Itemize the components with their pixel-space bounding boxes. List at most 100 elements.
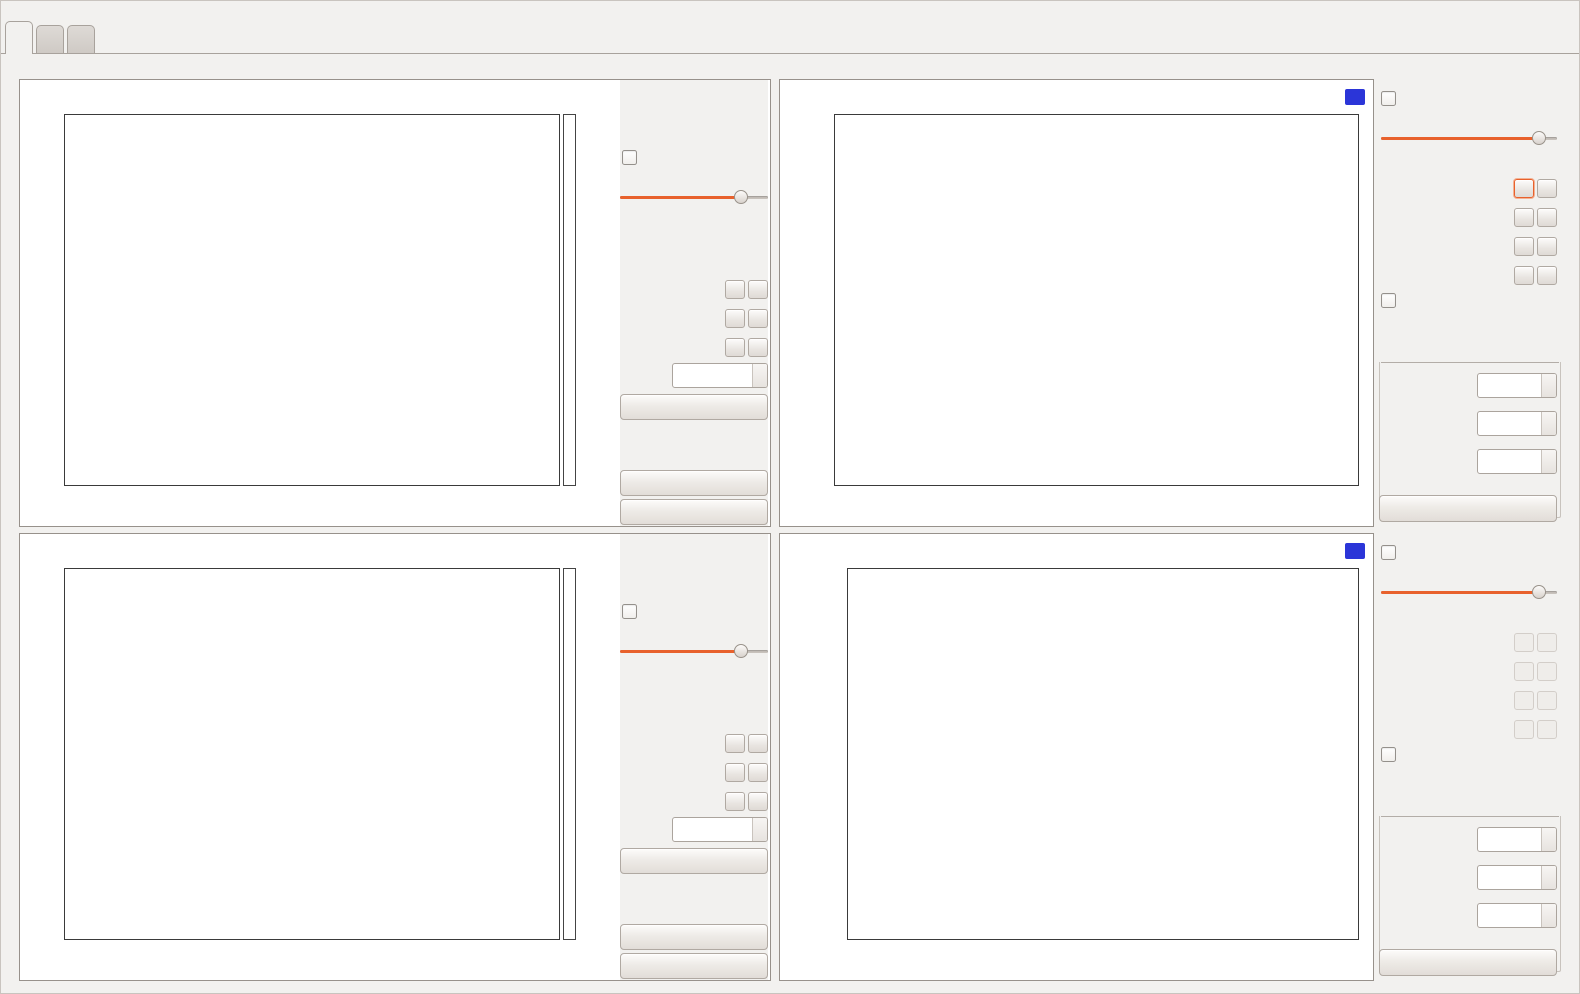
channel-y-select[interactable] [1477, 865, 1557, 890]
spin-up-icon[interactable] [1542, 450, 1556, 462]
x-div-minus-button[interactable] [1537, 179, 1557, 198]
spin-down-icon[interactable] [1542, 386, 1556, 398]
autoscale-button[interactable] [620, 394, 768, 420]
color-select[interactable] [672, 363, 768, 388]
marker-select[interactable] [1477, 903, 1557, 928]
spin-up-icon[interactable] [1542, 904, 1556, 916]
slider-handle[interactable] [1532, 585, 1546, 599]
ref-level-minus-button[interactable] [748, 792, 768, 811]
dyn-range-row [622, 307, 768, 329]
spin-up-icon[interactable] [753, 364, 767, 376]
spin-down-icon[interactable] [1542, 424, 1556, 436]
tab-frequency-view[interactable] [36, 25, 64, 53]
spin-up-icon[interactable] [753, 818, 767, 830]
autorange-checkbox[interactable] [1381, 747, 1396, 762]
slider-handle[interactable] [1532, 131, 1546, 145]
y-off-plus-button[interactable] [1514, 720, 1534, 739]
spin-arrows [1541, 374, 1556, 397]
persistence-checkbox[interactable] [1381, 545, 1396, 560]
y-div-minus-button[interactable] [1537, 662, 1557, 681]
color-row [622, 363, 768, 388]
spin-down-icon[interactable] [753, 376, 767, 388]
dyn-range-plus-button[interactable] [725, 309, 745, 328]
scope-plot-area[interactable] [847, 568, 1359, 940]
stop-button[interactable] [1379, 495, 1557, 522]
dyn-range-plus-button[interactable] [725, 763, 745, 782]
spin-up-icon[interactable] [1542, 412, 1556, 424]
stop-button[interactable] [620, 499, 768, 525]
time-scale-minus-button[interactable] [748, 280, 768, 299]
tab-numbers[interactable] [67, 25, 95, 53]
x-off-row [1381, 689, 1557, 711]
color-row [622, 817, 768, 842]
clear-button[interactable] [620, 470, 768, 496]
slider-handle[interactable] [734, 190, 748, 204]
channel-x-select[interactable] [1477, 373, 1557, 398]
x-off-minus-button[interactable] [1537, 237, 1557, 256]
dyn-range-minus-button[interactable] [748, 763, 768, 782]
channel-x-select[interactable] [1477, 827, 1557, 852]
slider-handle[interactable] [734, 644, 748, 658]
x-div-row [1381, 631, 1557, 653]
color-select[interactable] [672, 817, 768, 842]
average-checkbox[interactable] [622, 604, 637, 619]
stop-button[interactable] [620, 953, 768, 979]
y-off-minus-button[interactable] [1537, 266, 1557, 285]
clear-button[interactable] [620, 924, 768, 950]
spin-up-icon[interactable] [1542, 374, 1556, 386]
x-div-plus-button[interactable] [1514, 633, 1534, 652]
analog-alpha-slider[interactable] [1381, 131, 1557, 145]
ref-level-plus-button[interactable] [725, 338, 745, 357]
time-scale-plus-button[interactable] [725, 734, 745, 753]
autoscale-button[interactable] [620, 848, 768, 874]
x-off-plus-button[interactable] [1514, 237, 1534, 256]
avg-alpha-slider[interactable] [620, 644, 768, 658]
y-div-minus-button[interactable] [1537, 208, 1557, 227]
tab-time-view[interactable] [5, 21, 33, 54]
slider-fill [620, 650, 741, 653]
spin-down-icon[interactable] [1542, 916, 1556, 928]
persistence-checkbox[interactable] [1381, 91, 1396, 106]
waterfall-options-column [620, 80, 768, 526]
dyn-range-minus-button[interactable] [748, 309, 768, 328]
colorbar [563, 568, 576, 940]
time-scale-plus-button[interactable] [725, 280, 745, 299]
channel-y-select[interactable] [1477, 411, 1557, 436]
x-off-minus-button[interactable] [1537, 691, 1557, 710]
xy-mode-badge [1345, 543, 1365, 559]
spin-up-icon[interactable] [1542, 866, 1556, 878]
ref-level-minus-button[interactable] [748, 338, 768, 357]
average-row [622, 600, 768, 622]
spin-arrows [1541, 866, 1556, 889]
spin-down-icon[interactable] [753, 830, 767, 842]
y-off-minus-button[interactable] [1537, 720, 1557, 739]
analog-alpha-slider[interactable] [1381, 585, 1557, 599]
stop-button[interactable] [1379, 949, 1557, 976]
avg-alpha-slider[interactable] [620, 190, 768, 204]
y-div-plus-button[interactable] [1514, 208, 1534, 227]
waterfall-plot-area[interactable] [64, 568, 560, 940]
spin-down-icon[interactable] [1542, 878, 1556, 890]
channel-y-row [1381, 411, 1557, 436]
waterfall-plot-area[interactable] [64, 114, 560, 486]
spin-down-icon[interactable] [1542, 840, 1556, 852]
xy-mode-badge [1345, 89, 1365, 105]
marker-select[interactable] [1477, 449, 1557, 474]
spin-down-icon[interactable] [1542, 462, 1556, 474]
average-checkbox[interactable] [622, 150, 637, 165]
x-div-minus-button[interactable] [1537, 633, 1557, 652]
x-div-plus-button[interactable] [1514, 179, 1534, 198]
scope-plot-area[interactable] [834, 114, 1359, 486]
autorange-checkbox[interactable] [1381, 293, 1396, 308]
ref-level-plus-button[interactable] [725, 792, 745, 811]
marker-row [1381, 449, 1557, 474]
spin-arrows [752, 818, 767, 841]
spin-up-icon[interactable] [1542, 828, 1556, 840]
y-off-plus-button[interactable] [1514, 266, 1534, 285]
scope-canvas [848, 569, 1358, 939]
time-scale-minus-button[interactable] [748, 734, 768, 753]
x-off-plus-button[interactable] [1514, 691, 1534, 710]
time-scale-row [622, 278, 768, 300]
y-div-plus-button[interactable] [1514, 662, 1534, 681]
ref-level-row [622, 336, 768, 358]
